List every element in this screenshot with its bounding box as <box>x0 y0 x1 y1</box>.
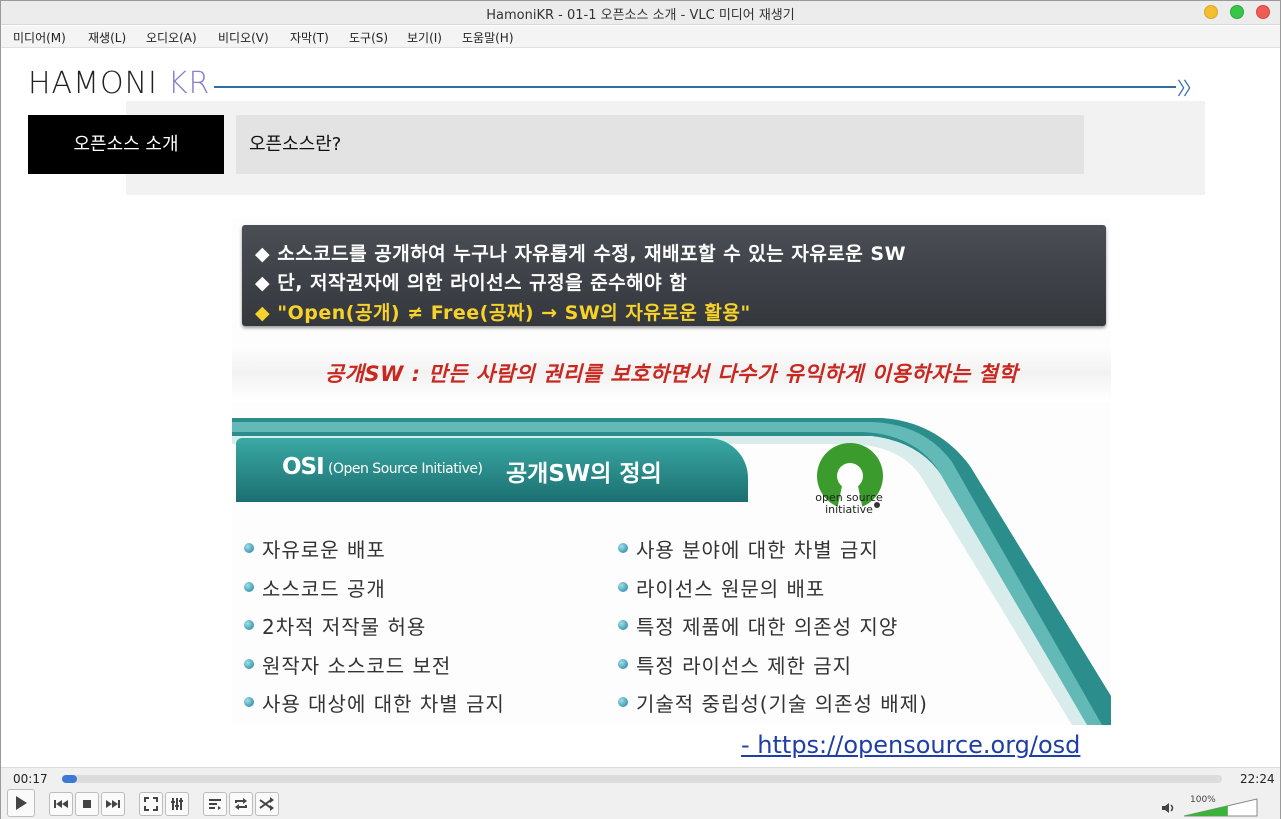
previous-icon <box>54 800 68 808</box>
playlist-button[interactable] <box>203 792 227 816</box>
bullet-dot-icon <box>618 697 628 707</box>
vlc-window: HamoniKR - 01-1 오픈소스 소개 - VLC 미디어 재생기 미디… <box>0 0 1281 819</box>
right-item-5-text: 기술적 중립성(기술 의존성 배제) <box>636 692 928 716</box>
right-item-2: 라이선스 원문의 배포 <box>618 573 825 602</box>
menu-help[interactable]: 도움말(H) <box>462 29 514 46</box>
seek-progress <box>62 775 78 783</box>
definition-line-2: ◆ 단, 저작권자에 의한 라이선스 규정을 준수해야 함 <box>255 272 688 294</box>
bullet-dot-icon <box>618 620 628 630</box>
header-arrows-icon: 〉〉 <box>1177 79 1201 100</box>
fullscreen-icon <box>144 797 158 811</box>
stop-icon <box>83 800 91 808</box>
definition-line-3: ◆ "Open(공개) ≠ Free(공짜) → SW의 자유로운 활용" <box>255 302 751 324</box>
philosophy-banner: 공개SW : 만든 사람의 권리를 보호하면서 다수가 유익하게 이용하자는 철… <box>232 344 1111 402</box>
right-item-5: 기술적 중립성(기술 의존성 배제) <box>618 688 928 717</box>
next-button[interactable] <box>101 792 125 816</box>
bullet-dot-icon <box>244 543 254 553</box>
osi-acronym: OSI <box>282 454 325 480</box>
total-time: 22:24 <box>1240 772 1275 786</box>
left-item-4-text: 원작자 소스코드 보전 <box>262 654 452 678</box>
section-title: 오픈소스 소개 <box>28 115 224 174</box>
left-item-2: 소스코드 공개 <box>244 573 386 602</box>
right-item-4: 특정 라이선스 제한 금지 <box>618 650 852 679</box>
osi-definition-title: 공개SW의 정의 <box>506 461 662 487</box>
menu-tools[interactable]: 도구(S) <box>349 29 388 46</box>
close-button[interactable] <box>1256 5 1270 19</box>
right-item-2-text: 라이선스 원문의 배포 <box>636 577 826 601</box>
right-item-1-text: 사용 분야에 대한 차별 금지 <box>636 538 879 562</box>
seek-bar[interactable] <box>62 775 1222 783</box>
right-item-4-text: 특정 라이선스 제한 금지 <box>636 654 853 678</box>
menu-playback[interactable]: 재생(L) <box>88 29 126 46</box>
fullscreen-button[interactable] <box>139 792 163 816</box>
equalizer-icon <box>171 798 183 810</box>
logo-hamoni: HAMONI <box>28 66 158 101</box>
playlist-icon <box>209 799 221 810</box>
left-item-5-text: 사용 대상에 대한 차별 금지 <box>262 692 505 716</box>
osi-fullname: (Open Source Initiative) <box>328 461 483 477</box>
play-icon <box>16 796 27 810</box>
extended-settings-button[interactable] <box>165 792 189 816</box>
osd-link: - https://opensource.org/osd <box>741 731 1081 759</box>
definition-line-1: ◆ 소스코드를 공개하여 누구나 자유롭게 수정, 재배포할 수 있는 자유로운… <box>255 243 907 265</box>
menu-subtitle[interactable]: 자막(T) <box>290 29 329 46</box>
shuffle-button[interactable] <box>255 792 279 816</box>
loop-icon <box>235 798 247 810</box>
menu-audio[interactable]: 오디오(A) <box>146 29 197 46</box>
philosophy-text: 공개SW : 만든 사람의 권리를 보호하면서 다수가 유익하게 이용하자는 철… <box>324 362 1019 386</box>
header-rule <box>214 86 1176 88</box>
left-item-5: 사용 대상에 대한 차별 금지 <box>244 688 505 717</box>
player-controls: 00:17 22:24 100% <box>1 767 1280 819</box>
left-item-1: 자유로운 배포 <box>244 534 386 563</box>
left-item-2-text: 소스코드 공개 <box>262 577 386 601</box>
bullet-dot-icon <box>244 620 254 630</box>
osi-section: OSI (Open Source Initiative) 공개SW의 정의 op… <box>232 418 1111 725</box>
hamonikr-logo: HAMONI KR <box>28 66 210 101</box>
menu-media[interactable]: 미디어(M) <box>13 29 66 46</box>
right-item-3-text: 특정 제품에 대한 의존성 지양 <box>636 615 899 639</box>
left-item-3: 2차적 저작물 허용 <box>244 611 426 640</box>
speaker-icon[interactable] <box>1161 802 1177 814</box>
definition-box: ◆ 소스코드를 공개하여 누구나 자유롭게 수정, 재배포할 수 있는 자유로운… <box>242 225 1106 326</box>
right-item-1: 사용 분야에 대한 차별 금지 <box>618 534 879 563</box>
left-item-4: 원작자 소스코드 보전 <box>244 650 451 679</box>
left-item-3-text: 2차적 저작물 허용 <box>262 615 427 639</box>
minimize-button[interactable] <box>1204 5 1218 19</box>
bullet-dot-icon <box>244 659 254 669</box>
left-item-1-text: 자유로운 배포 <box>262 538 386 562</box>
slide-image: ◆ 소스코드를 공개하여 누구나 자유롭게 수정, 재배포할 수 있는 자유로운… <box>232 218 1111 725</box>
osi-logo-caption: open source initiative <box>815 491 883 516</box>
volume-percent: 100% <box>1190 795 1216 805</box>
bullet-dot-icon <box>618 582 628 592</box>
bullet-dot-icon <box>618 543 628 553</box>
maximize-button[interactable] <box>1230 5 1244 19</box>
play-button[interactable] <box>7 789 35 817</box>
video-area[interactable]: HAMONI KR 〉〉 오픈소스 소개 오픈소스란? ◆ 소스코드를 공개하여 … <box>1 49 1280 767</box>
shuffle-icon <box>259 797 274 811</box>
right-item-3: 특정 제품에 대한 의존성 지양 <box>618 611 898 640</box>
menu-bar: 미디어(M) 재생(L) 오디오(A) 비디오(V) 자막(T) 도구(S) 보… <box>1 26 1280 48</box>
slide-question: 오픈소스란? <box>236 115 1084 174</box>
window-title: HamoniKR - 01-1 오픈소스 소개 - VLC 미디어 재생기 <box>486 8 795 23</box>
bullet-dot-icon <box>244 582 254 592</box>
previous-button[interactable] <box>49 792 73 816</box>
stop-button[interactable] <box>75 792 99 816</box>
bullet-dot-icon <box>618 659 628 669</box>
bullet-dot-icon <box>244 697 254 707</box>
logo-kr: KR <box>167 66 211 101</box>
menu-video[interactable]: 비디오(V) <box>218 29 269 46</box>
elapsed-time: 00:17 <box>13 772 48 786</box>
loop-button[interactable] <box>229 792 253 816</box>
osi-banner: OSI (Open Source Initiative) 공개SW의 정의 <box>236 438 748 502</box>
title-bar: HamoniKR - 01-1 오픈소스 소개 - VLC 미디어 재생기 <box>1 1 1280 25</box>
next-icon <box>106 800 120 808</box>
menu-view[interactable]: 보기(I) <box>407 29 442 46</box>
